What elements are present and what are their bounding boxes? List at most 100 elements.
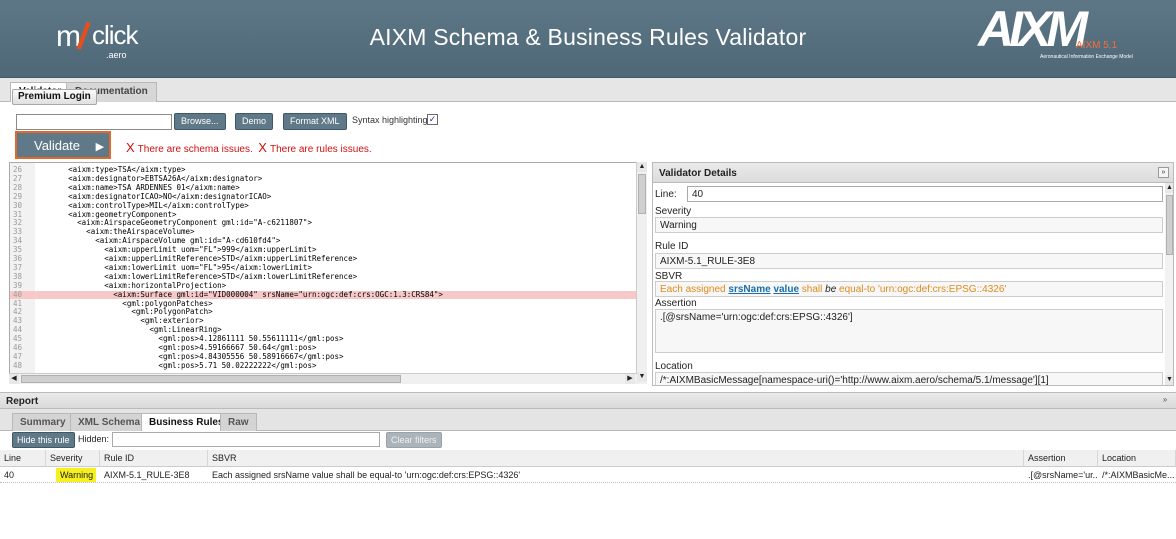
code-text: <aixm:lowerLimitReference>STD</aixm:lowe… [32,271,358,281]
aixm-logo-version: AIXM 5.1 [1076,40,1118,51]
code-text: <gml:polygonPatches> [32,298,213,308]
xml-code-editor[interactable]: 26 <aixm:type>TSA</aixm:type> 27 <aixm:de… [9,162,637,384]
aixm-logo: AIXM AIXM 5.1 Aeronautical Information E… [978,1,1158,72]
location-field[interactable]: /*:AIXMBasicMessage[namespace-uri()='htt… [655,372,1163,385]
severity-badge: Warning [56,468,96,482]
report-tab-bar: Summary XML Schema Business Rules Raw [0,409,1176,432]
column-header-severity[interactable]: Severity [46,450,100,467]
hidden-rules-input[interactable] [112,432,380,447]
editor-scroll-thumb[interactable] [638,174,646,214]
details-scroll-thumb[interactable] [1166,195,1173,255]
file-path-input[interactable] [16,114,172,130]
code-text: <aixm:upperLimitReference>STD</aixm:uppe… [32,254,358,263]
hidden-label: Hidden: [78,434,110,444]
assertion-label: Assertion [655,298,697,309]
code-text: <aixm:name>TSA ARDENNES 01</aixm:name> [32,182,240,192]
column-header-location[interactable]: Location [1098,450,1176,467]
main-tab-bar: Validator Documentation [0,78,1176,103]
rules-issues-text: There are rules issues. [269,144,372,155]
row-rule-id: AIXM-5.1_RULE-3E8 [104,470,190,480]
tab-raw[interactable]: Raw [220,413,257,431]
scroll-down-icon[interactable]: ▼ [1165,375,1173,385]
tab-summary[interactable]: Summary [12,413,74,431]
editor-hscroll-thumb[interactable] [21,375,401,383]
line-field[interactable]: 40 [687,186,1163,202]
rule-id-field[interactable]: AIXM-5.1_RULE-3E8 [655,253,1163,269]
scroll-right-icon[interactable]: ▶ [625,374,635,384]
syntax-highlighting-checkbox[interactable]: ✓ [427,114,438,125]
premium-login-button[interactable]: Premium Login [12,89,97,105]
details-scrollbar[interactable]: ▲ ▼ [1165,183,1173,385]
error-x-icon: X [126,140,135,155]
code-text: <aixm:designator>EBTSA26A</aixm:designat… [32,173,263,183]
editor-horizontal-scrollbar[interactable]: ◀ ▶ [9,373,637,384]
editor-vertical-scrollbar[interactable]: ▲ ▼ [636,162,647,384]
code-text: <gml:exterior> [32,316,204,326]
code-text: <aixm:horizontalProjection> [32,280,227,290]
sbvr-keyword: srsName [728,284,771,295]
hide-rule-button[interactable]: Hide this rule [12,432,75,448]
tab-xml-schema[interactable]: XML Schema [70,413,149,431]
code-text: <aixm:AirspaceVolume gml:id="A-cd610fd4"… [32,236,281,246]
scroll-up-icon[interactable]: ▲ [1165,183,1173,193]
browse-button[interactable]: Browse... [174,113,226,130]
collapse-panel-icon[interactable]: » [1158,167,1169,178]
code-text: <aixm:Surface gml:id="VID000004" srsName… [32,289,443,299]
sbvr-text: Each assigned [660,284,729,295]
report-table: Line Severity Rule ID SBVR Assertion Loc… [0,450,1176,539]
tab-business-rules[interactable]: Business Rules [141,413,232,432]
rule-id-label: Rule ID [655,241,689,252]
code-text: <aixm:lowerLimit uom="FL">95</aixm:lower… [32,262,312,272]
scroll-down-icon[interactable]: ▼ [637,372,647,382]
column-header-assertion[interactable]: Assertion [1024,450,1098,467]
line-number: 40 [13,289,23,299]
column-header-rule-id[interactable]: Rule ID [100,450,208,467]
line-number: 30 [13,200,23,210]
line-label: Line: [655,189,677,200]
demo-button[interactable]: Demo [235,113,274,130]
format-xml-button[interactable]: Format XML [283,113,347,130]
column-header-sbvr[interactable]: SBVR [208,450,1024,467]
app-header: m / click .aero AIXM Schema & Business R… [0,0,1176,78]
play-icon: ▶ [95,141,105,153]
aixm-logo-subtitle: Aeronautical Information Exchange Model [1040,54,1133,60]
code-text: <gml:LinearRing> [32,325,222,335]
code-line[interactable]: 48 <gml:pos>5.71 50.02222222</gml:pos> [10,360,636,371]
schema-issues-text: There are schema issues. [137,144,253,155]
code-text: <gml:pos>5.71 50.02222222</gml:pos> [32,360,317,370]
syntax-highlighting-label: Syntax highlighting: [352,115,431,125]
code-text: <aixm:type>TSA</aixm:type> [32,165,186,174]
row-location: /*:AIXMBasicMe... [1102,470,1175,480]
line-number: 48 [13,360,23,370]
code-text: <aixm:designatorICAO>NO</aixm:designator… [32,191,272,201]
sbvr-text: shall [799,284,826,295]
validate-button-label: Validate [34,138,81,153]
code-text: <gml:PolygonPatch> [32,307,213,317]
code-text: <aixm:AirspaceGeometryComponent gml:id="… [32,218,312,228]
assertion-field[interactable]: .[@srsName='urn:ogc:def:crs:EPSG::4326'] [655,309,1163,353]
severity-field[interactable]: Warning [655,217,1163,233]
validator-details-title: Validator Details [653,163,1173,183]
validation-issues: X There are schema issues. X There are rul… [126,140,372,155]
scroll-up-icon[interactable]: ▲ [637,162,647,172]
aixm-logo-text: AIXM [978,1,1088,57]
clear-filters-button[interactable]: Clear filters [386,432,442,448]
scroll-left-icon[interactable]: ◀ [9,374,19,384]
collapse-report-icon[interactable]: » [1160,395,1170,405]
sbvr-keyword: value [773,284,800,295]
error-x-icon: X [258,140,267,155]
code-text: <aixm:theAirspaceVolume> [32,227,195,237]
code-text: <gml:pos>4.12861111 50.55611111</gml:pos… [32,334,344,344]
column-header-line[interactable]: Line [0,450,46,467]
report-title: Report [0,392,1176,409]
logo-aero: .aero [106,50,127,60]
validate-button[interactable]: Validate ▶ [15,131,111,159]
row-line: 40 [4,470,15,480]
row-assertion: .[@srsName='ur... [1028,470,1098,480]
sbvr-text: equal-to 'urn:ogc:def:crs:EPSG::4326' [836,284,1007,295]
row-sbvr: Each assigned srsName value shall be equ… [212,470,521,480]
code-text: <gml:pos>4.84305556 50.58916667</gml:pos… [32,351,344,361]
code-text: <aixm:geometryComponent> [32,209,177,219]
code-text: <aixm:controlType>MIL</aixm:controlType> [32,200,249,210]
sbvr-field[interactable]: Each assigned srsName value shall be equ… [655,281,1163,297]
